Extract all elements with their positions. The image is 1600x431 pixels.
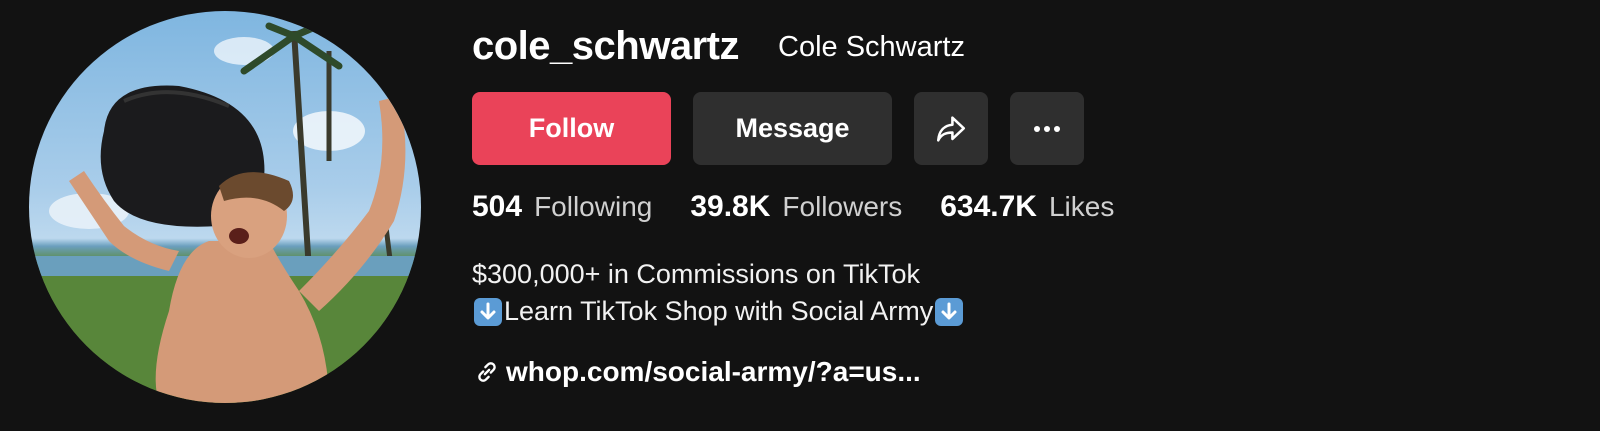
- down-arrow-icon: [935, 297, 964, 326]
- stat-value: 504: [472, 190, 523, 223]
- bio-text: Learn TikTok Shop with Social Army: [504, 296, 934, 326]
- stat-likes: 634.7K Likes: [940, 190, 1114, 224]
- profile-stats: 504 Following 39.8K Followers 634.7K Lik…: [472, 190, 1152, 224]
- profile-link[interactable]: whop.com/social-army/?a=us...: [474, 356, 921, 388]
- follow-button[interactable]: Follow: [472, 92, 671, 165]
- share-icon: [936, 115, 966, 142]
- more-icon: [1034, 125, 1060, 132]
- down-arrow-icon: [474, 297, 502, 326]
- stat-value: 634.7K: [940, 190, 1037, 223]
- stat-label: Likes: [1048, 191, 1115, 222]
- display-name: Cole Schwartz: [778, 31, 965, 63]
- follow-button-label: Follow: [528, 113, 615, 143]
- stat-label: Followers: [782, 191, 903, 222]
- stat-followers[interactable]: 39.8K Followers: [690, 190, 902, 224]
- bio-line-2: Learn TikTok Shop with Social Army: [472, 293, 965, 330]
- username: cole_schwartz: [472, 24, 739, 68]
- profile-header: cole_schwartz Cole Schwartz Follow Messa…: [0, 0, 1600, 431]
- link-icon: [478, 362, 496, 382]
- bio-line-1: $300,000+ in Commissions on TikTok: [472, 256, 965, 293]
- profile-photo: [29, 17, 421, 403]
- stat-value: 39.8K: [690, 190, 771, 223]
- message-button-label: Message: [735, 113, 850, 143]
- share-button[interactable]: [914, 92, 988, 165]
- bio-text: $300,000+ in Commissions on TikTok: [472, 259, 920, 289]
- bio: $300,000+ in Commissions on TikTok Learn…: [472, 256, 965, 330]
- message-button[interactable]: Message: [693, 92, 892, 165]
- more-options-button[interactable]: [1010, 92, 1084, 165]
- avatar[interactable]: [29, 11, 421, 403]
- stat-following[interactable]: 504 Following: [472, 190, 652, 224]
- profile-link-text: whop.com/social-army/?a=us...: [506, 356, 921, 387]
- stat-label: Following: [534, 191, 653, 222]
